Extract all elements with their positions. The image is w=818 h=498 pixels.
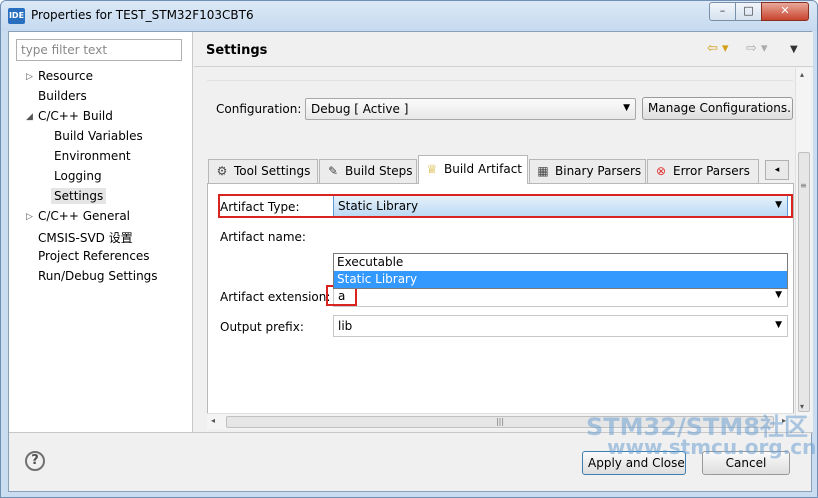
tab-label: Tool Settings: [234, 164, 311, 178]
gear-icon: ⚙: [216, 164, 228, 178]
chevron-down-icon: ▼: [775, 320, 782, 330]
scroll-right-icon[interactable]: ▸: [782, 416, 786, 425]
properties-window: IDE Properties for TEST_STM32F103CBT6 – …: [0, 0, 818, 498]
brush-icon: ✎: [327, 164, 339, 178]
forward-arrow-icon[interactable]: ⇨ ▾: [746, 41, 768, 56]
tree-item-settings[interactable]: Settings: [51, 188, 107, 204]
manage-configurations-button[interactable]: Manage Configurations...: [642, 97, 793, 120]
dialog-client: type filter text ▷ Resource Builders ◢ C…: [8, 31, 813, 492]
back-arrow-icon[interactable]: ⇦ ▾: [707, 41, 729, 56]
output-prefix-select[interactable]: lib ▼: [333, 315, 788, 337]
binary-icon: ▦: [537, 164, 549, 178]
configuration-select[interactable]: Debug [ Active ] ▼: [305, 98, 636, 120]
tree-item-cpp-build[interactable]: C/C++ Build: [38, 109, 113, 123]
tab-binary-parsers[interactable]: ▦ Binary Parsers: [529, 159, 646, 183]
tree-item-resource[interactable]: Resource: [38, 69, 93, 83]
horizontal-scrollbar[interactable]: ◂ ||| ▸: [207, 413, 794, 429]
header-divider: [194, 66, 813, 67]
scroll-up-icon[interactable]: ▴: [800, 70, 804, 79]
close-button[interactable]: ✕: [761, 2, 809, 21]
chevron-down-icon: ▼: [775, 290, 782, 300]
build-artifact-content: Artifact Type: Static Library ▼ Executab…: [207, 183, 794, 423]
scroll-left-icon[interactable]: ◂: [211, 416, 215, 425]
tree-item-logging[interactable]: Logging: [54, 169, 102, 183]
chevron-down-icon: ▼: [623, 103, 630, 113]
window-title: Properties for TEST_STM32F103CBT6: [31, 8, 254, 22]
tree-item-cpp-general[interactable]: C/C++ General: [38, 209, 130, 223]
dropdown-option-static-library[interactable]: Static Library: [334, 271, 787, 288]
tree-item-project-references[interactable]: Project References: [38, 249, 150, 263]
footer-divider: [9, 432, 813, 433]
maximize-button[interactable]: □: [735, 2, 762, 21]
apply-and-close-button[interactable]: Apply and Close: [582, 451, 686, 475]
filter-input[interactable]: type filter text: [16, 39, 182, 61]
property-tree: type filter text ▷ Resource Builders ◢ C…: [9, 32, 193, 432]
artifact-type-dropdown: Executable Static Library: [333, 253, 788, 289]
tree-item-builders[interactable]: Builders: [38, 89, 87, 103]
scroll-down-icon[interactable]: ▾: [800, 402, 804, 411]
tab-scroll-left-button[interactable]: ◂: [765, 160, 789, 180]
collapse-arrow-icon[interactable]: ◢: [26, 112, 33, 122]
tab-tool-settings[interactable]: ⚙ Tool Settings: [208, 159, 318, 183]
tree-item-cmsis-svd[interactable]: CMSIS-SVD 设置: [38, 229, 133, 246]
output-prefix-value: lib: [338, 319, 353, 333]
configuration-label: Configuration:: [216, 102, 302, 116]
minimize-button[interactable]: –: [709, 2, 736, 21]
tab-build-artifact[interactable]: ♕ Build Artifact: [418, 155, 528, 184]
tree-item-environment[interactable]: Environment: [54, 149, 131, 163]
tree-item-build-variables[interactable]: Build Variables: [54, 129, 143, 143]
tab-label: Error Parsers: [673, 164, 750, 178]
vertical-scroll-thumb[interactable]: ≡: [798, 152, 810, 412]
title-bar: IDE Properties for TEST_STM32F103CBT6 – …: [1, 1, 817, 31]
vertical-scrollbar[interactable]: ▴ ≡ ▾: [795, 68, 811, 416]
artifact-extension-label: Artifact extension:: [220, 290, 331, 304]
tab-label: Build Steps: [345, 164, 413, 178]
expand-arrow-icon[interactable]: ▷: [26, 212, 33, 222]
tab-error-parsers[interactable]: ⊗ Error Parsers: [647, 159, 759, 183]
highlight-box: [218, 194, 793, 218]
dropdown-option-executable[interactable]: Executable: [334, 254, 787, 271]
tab-label: Build Artifact: [444, 162, 522, 176]
ide-icon: IDE: [8, 8, 25, 24]
view-menu-icon[interactable]: ▼: [790, 44, 798, 55]
cancel-button[interactable]: Cancel: [702, 451, 790, 475]
help-button[interactable]: ?: [25, 451, 45, 471]
tab-build-steps[interactable]: ✎ Build Steps: [319, 159, 417, 183]
expand-arrow-icon[interactable]: ▷: [26, 72, 33, 82]
tree-item-run-debug-settings[interactable]: Run/Debug Settings: [38, 269, 158, 283]
trophy-icon: ♕: [426, 162, 438, 176]
grip-icon: ≡: [800, 181, 807, 190]
tab-label: Binary Parsers: [555, 164, 642, 178]
horizontal-scroll-thumb[interactable]: |||: [226, 416, 774, 428]
artifact-name-label: Artifact name:: [220, 230, 306, 244]
configuration-value: Debug [ Active ]: [311, 102, 409, 116]
error-icon: ⊗: [655, 164, 667, 178]
settings-panel: Settings ⇦ ▾ ⇨ ▾ ▼ Configuration: Debug …: [194, 32, 813, 432]
output-prefix-label: Output prefix:: [220, 320, 304, 334]
page-title: Settings: [206, 43, 268, 58]
